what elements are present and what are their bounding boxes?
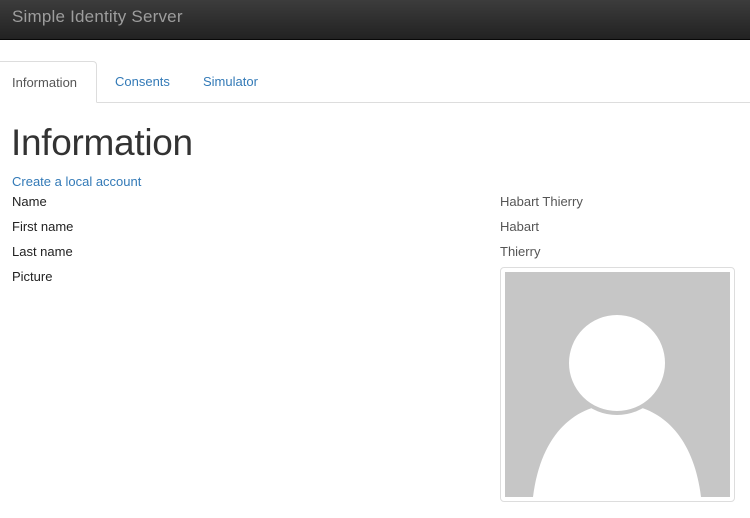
field-value-first-name: Habart [500, 219, 540, 234]
default-avatar-icon [505, 272, 730, 497]
tab-simulator[interactable]: Simulator [203, 61, 258, 103]
field-label-name: Name [12, 194, 47, 209]
field-value-last-name: Thierry [500, 244, 541, 259]
field-label-last-name: Last name [12, 244, 73, 259]
tab-bar: Information Consents Simulator [0, 61, 750, 103]
tab-consents[interactable]: Consents [115, 61, 170, 103]
top-navbar: Simple Identity Server [0, 0, 750, 40]
page-title: Information [11, 122, 193, 163]
tab-information[interactable]: Information [0, 61, 97, 103]
field-label-first-name: First name [12, 219, 74, 234]
create-local-account-link[interactable]: Create a local account [12, 174, 141, 189]
app-brand[interactable]: Simple Identity Server [12, 7, 183, 27]
profile-picture [500, 267, 735, 502]
field-value-name: Habart Thierry [500, 194, 583, 209]
field-label-picture: Picture [12, 269, 53, 284]
